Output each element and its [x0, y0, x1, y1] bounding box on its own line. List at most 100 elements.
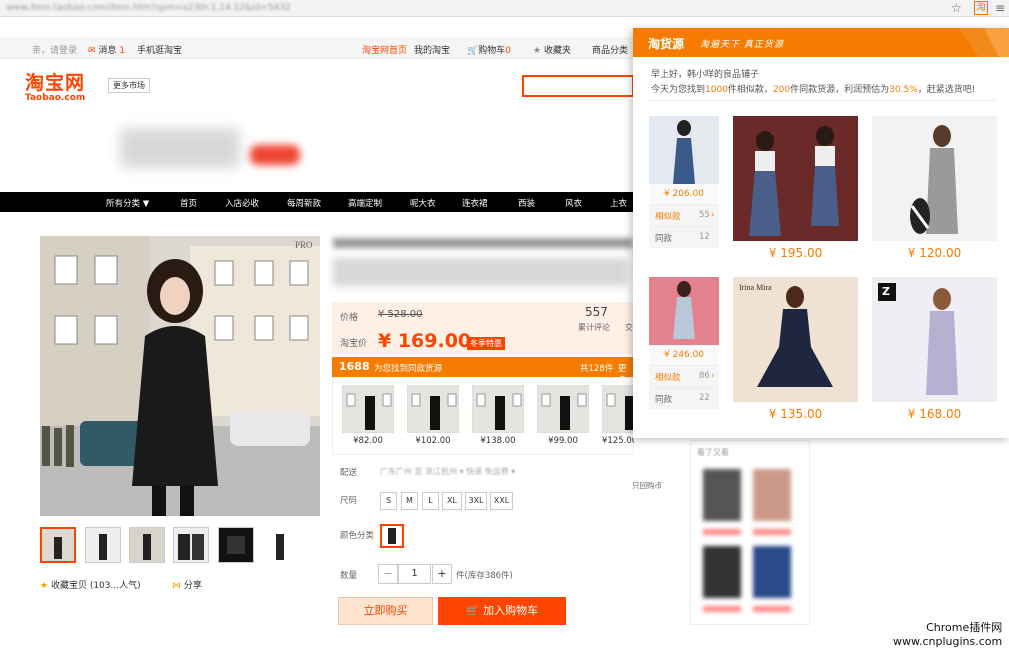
product-thumbnail[interactable]	[129, 527, 165, 563]
price-label: 价格	[340, 313, 359, 323]
taobao-logo[interactable]: 淘宝网 Taobao.com	[25, 68, 85, 103]
share-link[interactable]: ⋈ 分享	[172, 578, 202, 591]
favorites-link[interactable]: ★ 收藏夹	[533, 43, 571, 56]
size-option[interactable]: S	[380, 492, 397, 510]
quantity-increase-button[interactable]: +	[432, 564, 452, 584]
size-option[interactable]: L	[422, 492, 439, 510]
1688-bar-text: 为您找到同款货源	[374, 364, 443, 374]
url-bar[interactable]: www.item.taobao.com/item.htm?spm=a230r.1…	[6, 3, 291, 13]
also-viewed-panel: 看了又看	[690, 440, 810, 625]
search-input[interactable]	[522, 75, 634, 97]
popup-slogan: 淘遍天下 真正货源	[700, 40, 784, 50]
brand-tag: Z	[882, 285, 890, 298]
product-thumbnail[interactable]	[40, 527, 76, 563]
cat-item[interactable]: 风衣	[565, 197, 582, 209]
size-label: 尺码	[340, 496, 358, 506]
product-card-price: ¥ 168.00	[907, 407, 962, 421]
same-count-row[interactable]: 同款 12	[649, 226, 719, 248]
product-card[interactable]: Z ¥ 168.00	[872, 277, 997, 421]
also-viewed-price	[753, 606, 791, 612]
star-icon[interactable]: ☆	[951, 1, 962, 15]
site-top-nav: 亲，请登录 ✉ 消息 1 手机逛淘宝 淘宝网首页 我的淘宝 🛒购物车0 ★ 收藏…	[0, 37, 680, 59]
product-thumbnail[interactable]	[218, 527, 254, 563]
also-viewed-item[interactable]	[753, 546, 791, 598]
product-card-image: Irina Mira	[733, 277, 858, 402]
product-card-price: ¥ 120.00	[907, 246, 962, 260]
messages-link[interactable]: ✉ 消息 1	[88, 43, 125, 56]
same-source-price: ¥125.00	[602, 436, 634, 446]
quantity-input[interactable]: 1	[398, 564, 431, 584]
product-card[interactable]: ¥ 195.00	[733, 116, 858, 260]
product-title	[333, 238, 633, 248]
cat-item[interactable]: 西装	[518, 197, 535, 209]
source-card[interactable]: ¥ 246.00 相似款 86 › 同款 22	[649, 277, 719, 409]
product-card[interactable]: Irina Mira ¥ 135.00	[733, 277, 858, 421]
product-main-image[interactable]: PRO	[40, 236, 320, 516]
product-thumbnail[interactable]	[262, 527, 298, 563]
similar-count-row[interactable]: 相似款 55 ›	[649, 204, 719, 226]
categories-link[interactable]: 商品分类	[592, 43, 628, 56]
size-option[interactable]: XXL	[490, 492, 513, 510]
my-taobao-link[interactable]: 我的淘宝	[414, 43, 450, 56]
color-option[interactable]	[380, 524, 404, 548]
source-1688-bar[interactable]: 1688 为您找到同款货源 共128件 更多	[332, 357, 634, 386]
share-icon: ⋈	[172, 581, 181, 591]
same-source-item[interactable]: ¥138.00	[472, 385, 524, 446]
menu-icon[interactable]: ≡	[995, 1, 1005, 15]
cat-item[interactable]: 连衣裙	[462, 197, 488, 209]
reviews-label: 累计评论	[578, 323, 610, 332]
also-viewed-price	[753, 529, 791, 535]
product-thumbnail[interactable]	[173, 527, 209, 563]
product-card-image	[733, 116, 858, 241]
taohuoyuan-popup: 淘货源 淘遍天下 真正货源 早上好，韩小咩的良品铺子 今天为您找到1000件相似…	[633, 28, 1009, 438]
similar-count-row[interactable]: 相似款 86 ›	[649, 365, 719, 387]
cart-link[interactable]: 🛒购物车0	[467, 43, 511, 56]
cat-item[interactable]: 首页	[180, 197, 197, 209]
cat-item[interactable]: 高端定制	[348, 197, 382, 209]
original-price: ¥ 528.00	[378, 309, 423, 320]
taohuoyuan-extension-button[interactable]: 淘	[974, 1, 988, 15]
also-viewed-price	[703, 529, 741, 535]
popup-header: 淘货源 淘遍天下 真正货源	[633, 28, 1009, 57]
popup-brand: 淘货源	[648, 37, 685, 51]
mobile-taobao-link[interactable]: 手机逛淘宝	[137, 43, 182, 56]
star-icon: ★	[533, 46, 544, 56]
product-thumbnail[interactable]	[85, 527, 121, 563]
product-card[interactable]: ¥ 120.00	[872, 116, 997, 260]
product-card-price: ¥ 195.00	[768, 246, 823, 260]
product-description	[333, 258, 628, 286]
source-card[interactable]: ¥ 206.00 相似款 55 › 同款 12	[649, 116, 719, 248]
shop-banner-button[interactable]	[250, 145, 300, 165]
cat-item[interactable]: 所有分类 ▼	[106, 197, 149, 209]
same-count-row[interactable]: 同款 22	[649, 387, 719, 409]
cat-item[interactable]: 呢大衣	[410, 197, 436, 209]
also-viewed-item[interactable]	[753, 469, 791, 521]
ship-selector[interactable]: 广东广州 至 浙江杭州 ▾ 快递 免运费 ▾	[380, 466, 515, 477]
size-option[interactable]: 3XL	[465, 492, 487, 510]
cat-item[interactable]: 上衣	[610, 197, 627, 209]
same-source-item[interactable]: ¥82.00	[342, 385, 394, 446]
same-source-item[interactable]: ¥102.00	[407, 385, 459, 446]
reviews-count[interactable]: 557	[585, 305, 608, 319]
same-source-item[interactable]: ¥125.00	[602, 385, 634, 446]
size-option[interactable]: M	[401, 492, 418, 510]
favorite-item-link[interactable]: ★ 收藏宝贝 (103...人气)	[40, 578, 141, 591]
product-card-price: ¥ 135.00	[768, 407, 823, 421]
also-viewed-item[interactable]	[703, 469, 741, 521]
same-source-item[interactable]: ¥99.00	[537, 385, 589, 446]
same-source-image	[537, 385, 589, 433]
quantity-decrease-button[interactable]: −	[378, 564, 398, 584]
cat-item[interactable]: 每周新款	[287, 197, 321, 209]
add-to-cart-button[interactable]: 🛒 加入购物车	[438, 597, 566, 625]
buy-now-button[interactable]: 立即购买	[338, 597, 433, 625]
brand-tag: Irina Mira	[739, 283, 772, 292]
taobao-home-link[interactable]: 淘宝网首页	[362, 43, 407, 56]
same-source-image	[602, 385, 634, 433]
star-icon: ★	[40, 581, 49, 591]
also-viewed-item[interactable]	[703, 546, 741, 598]
shop-banner	[120, 128, 240, 168]
login-link[interactable]: 亲，请登录	[32, 43, 77, 56]
size-option[interactable]: XL	[442, 492, 462, 510]
cat-item[interactable]: 入店必收	[225, 197, 259, 209]
more-markets-button[interactable]: 更多市场	[108, 78, 150, 93]
